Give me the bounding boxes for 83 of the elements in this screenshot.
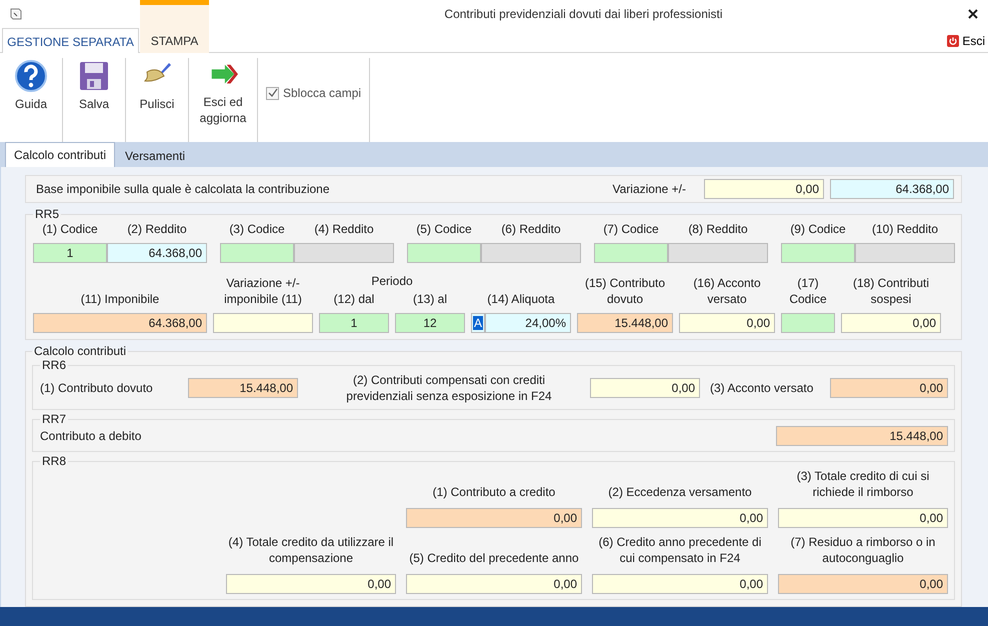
section-title: RR5 [34,207,60,221]
exit-button[interactable]: Esci [944,34,988,48]
field-label: (3) Acconto versato [709,380,814,396]
input-field[interactable]: 0,00 [679,313,775,333]
section-title: RR7 [41,412,68,426]
code-field[interactable] [781,243,855,263]
field-label: (1) Contributo dovuto [40,380,154,396]
code-field[interactable]: 1 [319,313,389,333]
field-label: (10) Reddito [870,221,940,237]
toolbar-button[interactable]: Esci ed aggiorna [195,58,251,128]
code-field[interactable] [407,243,481,263]
input-field[interactable]: 0,00 [841,313,941,333]
field-label: (3) Codice [228,221,286,237]
income-field[interactable]: 64.368,00 [830,179,954,199]
field-label: (18) Contributi sospesi [852,275,930,307]
field-label: Contributo a debito [40,428,142,444]
field-label: (2) Reddito [126,221,188,237]
form-tab[interactable]: Calcolo contributi [5,142,116,167]
field-label: (6) Credito anno precedente di cui compensato in F24 [598,534,762,566]
field-label: (4) Reddito [313,221,375,237]
field-label: (1) Contributo a credito [432,484,556,500]
income-field[interactable]: 64.368,00 [107,243,207,263]
toolbar-button[interactable]: Salva [66,58,122,128]
code-field[interactable]: 1 [33,243,107,263]
field-label: (16) Acconto versato [692,275,762,307]
field-label: (4) Totale credito da utilizzare il compensazione [227,534,395,566]
toolbar-button[interactable]: Guida [3,58,59,128]
field-label: (2) Eccedenza versamento [607,484,753,500]
window-title: Contributi previdenziali dovuti dai liberi professionisti [443,7,724,21]
field-label: (17) Codice [788,275,828,307]
power-icon [947,34,960,46]
input-field[interactable] [213,313,313,333]
field-label: Variazione +/- imponibile (11) [223,275,303,307]
code-field[interactable]: 12 [395,313,465,333]
ribbon-tab[interactable]: GESTIONE SEPARATA [2,28,139,54]
field-label: (5) Credito del precedente anno [408,550,580,566]
section-title: RR8 [41,454,68,468]
computed-field: 15.448,00 [577,313,673,333]
app-icon [8,6,24,22]
input-field[interactable]: 0,00 [704,179,824,199]
computed-field: 64.368,00 [33,313,207,333]
input-field[interactable]: 0,00 [406,574,582,594]
help-icon [15,60,47,92]
variation-label: Variazione +/- [612,182,686,196]
field-label: (11) Imponibile [80,291,160,307]
computed-field: 15.448,00 [188,378,298,398]
computed-field: 0,00 [406,508,582,528]
field-label: (1) Codice [41,221,99,237]
period-label: Periodo [370,273,414,289]
field-label: (7) Residuo a rimborso o in autoconguaglio [790,534,936,566]
code-field[interactable] [781,313,835,333]
field-label: (9) Codice [789,221,847,237]
input-field[interactable]: 0,00 [226,574,396,594]
ribbon-tab[interactable]: STAMPA [140,0,209,53]
computed-field: 0,00 [778,574,948,594]
income-field[interactable]: A [471,313,485,333]
code-field[interactable] [220,243,294,263]
field-label: (8) Reddito [687,221,749,237]
field-label: (15) Contributo dovuto [584,275,666,307]
field-label: (3) Totale credito di cui si richiede il rimborso [796,468,930,500]
field-label: (13) al [412,291,448,307]
field-label: (7) Codice [602,221,660,237]
input-field[interactable]: 0,00 [592,574,768,594]
computed-field: 15.448,00 [776,426,948,446]
close-icon [968,9,978,19]
field-label: (6) Reddito [500,221,562,237]
checkmark-icon [268,88,278,98]
code-field[interactable] [594,243,668,263]
computed-field: 0,00 [830,378,948,398]
toolbar-button[interactable]: Pulisci [129,58,185,128]
field-label: (5) Codice [415,221,473,237]
section-title: RR6 [41,358,68,372]
input-field[interactable]: 0,00 [778,508,948,528]
field-label: (14) Aliquota [486,291,556,307]
unlock-checkbox[interactable]: Sblocca campi [266,82,362,104]
input-field[interactable]: 0,00 [590,378,700,398]
field-label: (12) dal [332,291,376,307]
income-field[interactable]: 24,00% [485,313,571,333]
input-field[interactable]: 0,00 [592,508,768,528]
section-title: Calcolo contributi [33,344,128,358]
field-label: (2) Contributi compensati con crediti previdenziali senza esposizione in F24 [345,372,553,404]
base-label: Base imponibile sulla quale è calcolata la contribuzione [36,182,331,196]
form-tab[interactable]: Versamenti [117,145,194,167]
